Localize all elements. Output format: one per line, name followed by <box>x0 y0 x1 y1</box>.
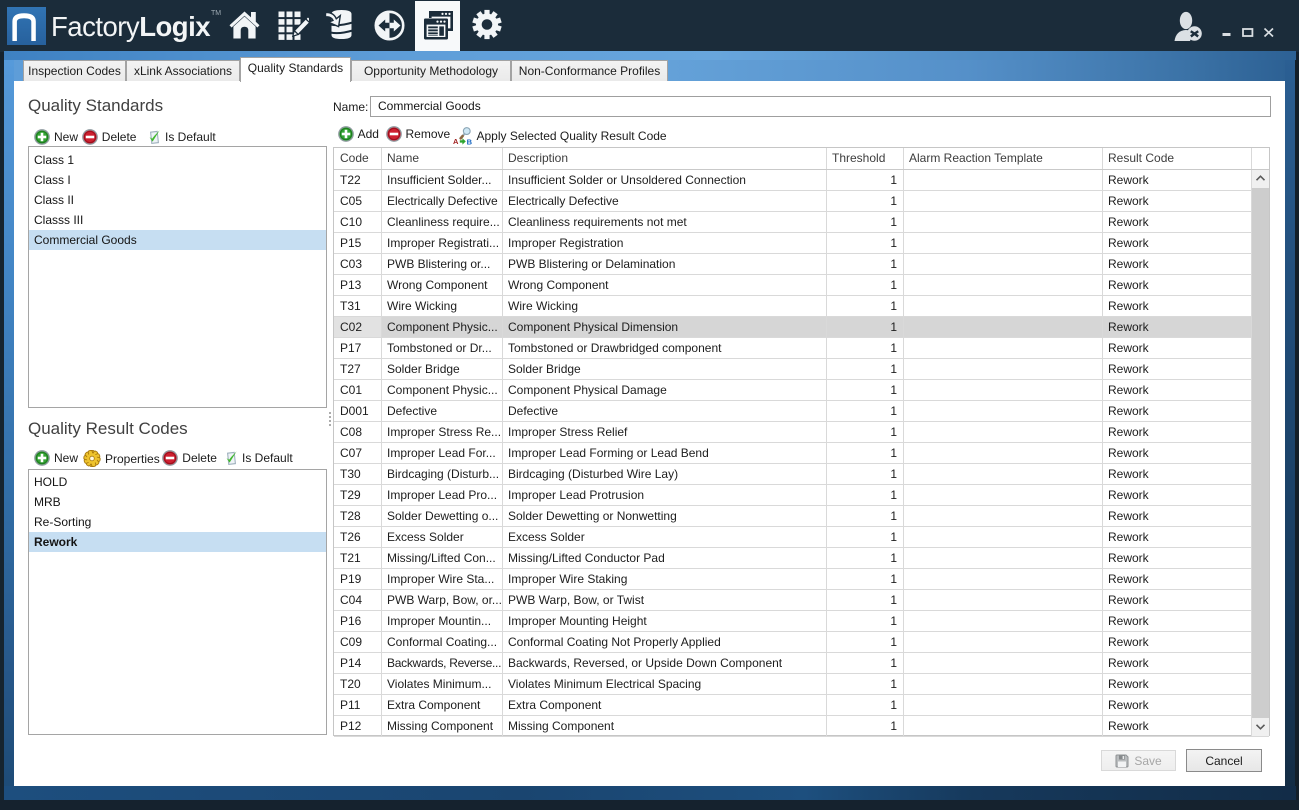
svg-text:A: A <box>453 137 459 145</box>
svg-text:B: B <box>466 138 472 146</box>
